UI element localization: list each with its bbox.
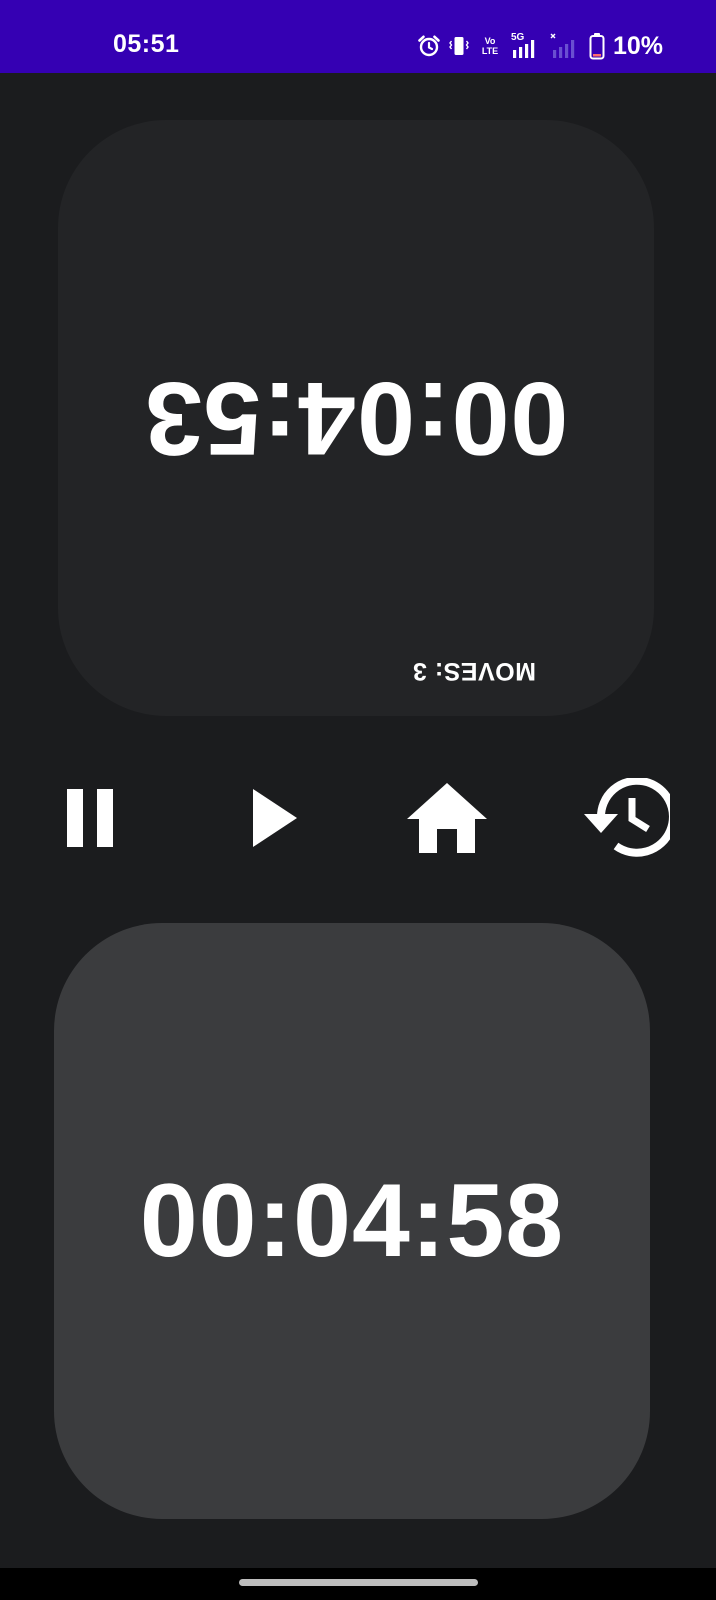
battery-icon: [589, 32, 605, 60]
play-button[interactable]: [225, 770, 325, 870]
pause-button[interactable]: [40, 770, 140, 870]
vibrate-icon: [447, 34, 471, 58]
status-bar: 05:51 Vo LTE 5G 10%: [0, 0, 716, 73]
volte-label-bottom: LTE: [481, 46, 499, 56]
status-icons: Vo LTE 5G 10%: [417, 30, 663, 62]
history-button[interactable]: [575, 770, 677, 870]
controls-bar: [0, 770, 716, 870]
home-gesture-handle[interactable]: [239, 1579, 478, 1586]
home-icon: [405, 781, 489, 860]
opponent-clock: 00:04:53: [143, 360, 569, 477]
navigation-bar: [0, 1568, 716, 1600]
history-icon: [580, 776, 677, 863]
volte-label-top: Vo: [484, 36, 496, 46]
play-icon: [250, 787, 300, 854]
player-clock-panel[interactable]: 00:04:58: [54, 923, 650, 1519]
alarm-icon: [417, 34, 441, 58]
volte-icon: Vo LTE: [477, 36, 503, 56]
status-time: 05:51: [113, 30, 180, 58]
moves-counter: MOVES: 3: [412, 657, 536, 685]
signal-5g-icon: 5G: [509, 32, 543, 60]
home-button[interactable]: [397, 770, 497, 870]
battery-percent: 10%: [613, 31, 664, 60]
player-clock: 00:04:58: [139, 1162, 565, 1279]
signal-no-service-icon: [549, 32, 583, 60]
pause-icon: [62, 786, 118, 855]
opponent-clock-panel[interactable]: 00:04:53 MOVES: 3: [58, 120, 654, 716]
